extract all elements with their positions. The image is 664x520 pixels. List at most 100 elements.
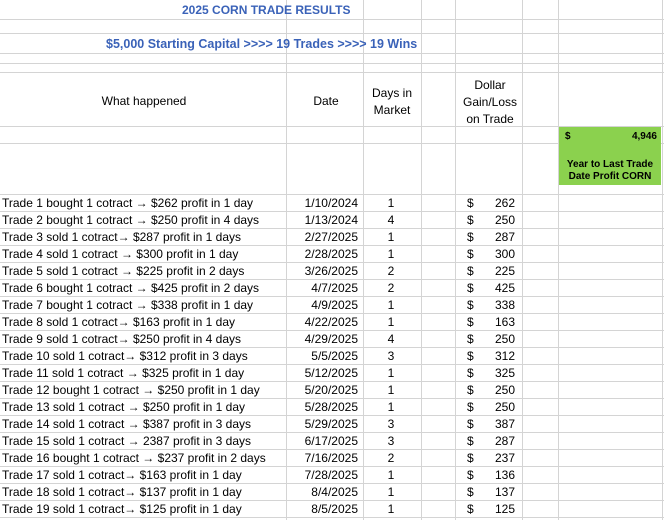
table-row[interactable]: Trade 12 bought 1 cotract → $250 profit … [0, 382, 664, 399]
trade-date: 4/22/2025 [304, 315, 358, 329]
trade-amount: 136 [494, 468, 515, 482]
table-row[interactable]: Trade 14 sold 1 cotract → $387 profit in… [0, 416, 664, 433]
trade-date: 4/29/2025 [304, 332, 358, 346]
trade-date: 2/27/2025 [304, 230, 358, 244]
trade-days: 1 [387, 468, 395, 482]
trade-amount: 300 [494, 247, 515, 261]
profit-summary-cell[interactable]: $ 4,946 Year to Last Trade Date Profit C… [559, 127, 661, 185]
table-row[interactable]: Trade 8 sold 1 cotract→ $163 profit in 1… [0, 314, 664, 331]
trade-description: Trade 7 bought 1 cotract → $338 profit i… [2, 298, 254, 312]
table-row[interactable]: Trade 1 bought 1 cotract → $262 profit i… [0, 195, 664, 212]
trade-currency: $ [467, 434, 474, 448]
trade-currency: $ [467, 451, 474, 465]
trade-currency: $ [467, 315, 474, 329]
trade-days: 3 [387, 349, 395, 363]
trade-days: 2 [387, 451, 395, 465]
table-row[interactable]: Trade 13 sold 1 cotract → $250 profit in… [0, 399, 664, 416]
trade-days: 1 [387, 196, 395, 210]
trade-amount: 137 [494, 485, 515, 499]
trade-amount: 338 [494, 298, 515, 312]
trade-amount: 325 [494, 366, 515, 380]
trade-description: Trade 17 sold 1 cotract→ $163 profit in … [2, 468, 242, 482]
sheet-title: 2025 CORN TRADE RESULTS [182, 3, 351, 17]
trade-currency: $ [467, 383, 474, 397]
trade-description: Trade 9 sold 1 cotract→ $250 profit in 4… [2, 332, 242, 346]
header-date: Date [313, 94, 339, 108]
summary-label: Year to Last Trade Date Profit CORN [566, 159, 654, 182]
header-what-happened: What happened [101, 94, 187, 108]
table-row[interactable]: Trade 15 sold 1 cotract → 2387 profit in… [0, 433, 664, 450]
trade-amount: 250 [494, 383, 515, 397]
trade-days: 4 [387, 332, 395, 346]
summary-total-profit: 4,946 [631, 131, 657, 142]
trade-amount: 225 [494, 264, 515, 278]
table-row[interactable]: Trade 3 sold 1 cotract→ $287 profit in 1… [0, 229, 664, 246]
header-dollar-gain-loss: Dollar Gain/Loss on Trade [462, 78, 518, 126]
trade-amount: 250 [494, 400, 515, 414]
table-row[interactable]: Trade 16 bought 1 cotract → $237 profit … [0, 450, 664, 467]
trade-date: 7/28/2025 [304, 468, 358, 482]
table-row[interactable]: Trade 18 sold 1 cotract→ $137 profit in … [0, 484, 664, 501]
trade-date: 5/20/2025 [304, 383, 358, 397]
trade-currency: $ [467, 485, 474, 499]
trade-currency: $ [467, 502, 474, 516]
trade-date: 8/4/2025 [311, 485, 358, 499]
trade-days: 1 [387, 247, 395, 261]
trade-description: Trade 11 sold 1 cotract → $325 profit in… [2, 366, 245, 380]
table-row[interactable]: Trade 11 sold 1 cotract → $325 profit in… [0, 365, 664, 382]
trade-date: 1/10/2024 [304, 196, 358, 210]
table-row[interactable]: Trade 19 sold 1 cotract→ $125 profit in … [0, 501, 664, 518]
table-row[interactable]: Trade 7 bought 1 cotract → $338 profit i… [0, 297, 664, 314]
trade-days: 3 [387, 434, 395, 448]
trade-date: 5/29/2025 [304, 417, 358, 431]
trade-currency: $ [467, 417, 474, 431]
trade-days: 3 [387, 417, 395, 431]
trade-currency: $ [467, 349, 474, 363]
header-days-in-market: Days in Market [371, 86, 412, 117]
trade-days: 1 [387, 383, 395, 397]
trade-days: 1 [387, 298, 395, 312]
sheet-subtitle: $5,000 Starting Capital >>>> 19 Trades >… [106, 37, 418, 51]
trade-date: 2/28/2025 [304, 247, 358, 261]
trade-date: 8/5/2025 [311, 502, 358, 516]
trade-amount: 262 [494, 196, 515, 210]
trade-amount: 163 [494, 315, 515, 329]
trade-description: Trade 13 sold 1 cotract → $250 profit in… [2, 400, 246, 414]
trade-days: 1 [387, 485, 395, 499]
trade-currency: $ [467, 213, 474, 227]
table-row[interactable]: Trade 17 sold 1 cotract→ $163 profit in … [0, 467, 664, 484]
trade-amount: 250 [494, 213, 515, 227]
trade-description: Trade 18 sold 1 cotract→ $137 profit in … [2, 485, 242, 499]
table-row[interactable]: Trade 5 sold 1 cotract → $225 profit in … [0, 263, 664, 280]
trade-currency: $ [467, 366, 474, 380]
trade-amount: 287 [494, 434, 515, 448]
trade-days: 1 [387, 315, 395, 329]
table-row[interactable]: Trade 10 sold 1 cotract→ $312 profit in … [0, 348, 664, 365]
table-row[interactable]: Trade 4 sold 1 cotract → $300 profit in … [0, 246, 664, 263]
trade-description: Trade 14 sold 1 cotract → $387 profit in… [2, 417, 252, 431]
trade-description: Trade 3 sold 1 cotract→ $287 profit in 1… [2, 230, 242, 244]
trade-date: 6/17/2025 [304, 434, 358, 448]
trade-currency: $ [467, 247, 474, 261]
trade-description: Trade 6 bought 1 cotract → $425 profit i… [2, 281, 260, 295]
trade-days: 1 [387, 502, 395, 516]
trade-currency: $ [467, 400, 474, 414]
trade-currency: $ [467, 468, 474, 482]
trade-currency: $ [467, 196, 474, 210]
trade-date: 4/7/2025 [311, 281, 358, 295]
table-row[interactable]: Trade 9 sold 1 cotract→ $250 profit in 4… [0, 331, 664, 348]
trade-date: 1/13/2024 [304, 213, 358, 227]
summary-currency: $ [565, 131, 571, 142]
table-row[interactable]: Trade 2 bought 1 cotract → $250 profit i… [0, 212, 664, 229]
trade-currency: $ [467, 298, 474, 312]
trade-description: Trade 2 bought 1 cotract → $250 profit i… [2, 213, 260, 227]
trade-description: Trade 12 bought 1 cotract → $250 profit … [2, 383, 260, 397]
trade-description: Trade 19 sold 1 cotract→ $125 profit in … [2, 502, 242, 516]
trade-days: 4 [387, 213, 395, 227]
trade-amount: 312 [494, 349, 515, 363]
table-row[interactable]: Trade 6 bought 1 cotract → $425 profit i… [0, 280, 664, 297]
trade-amount: 387 [494, 417, 515, 431]
trade-description: Trade 8 sold 1 cotract→ $163 profit in 1… [2, 315, 236, 329]
trade-description: Trade 5 sold 1 cotract → $225 profit in … [2, 264, 245, 278]
trade-description: Trade 15 sold 1 cotract → 2387 profit in… [2, 434, 252, 448]
